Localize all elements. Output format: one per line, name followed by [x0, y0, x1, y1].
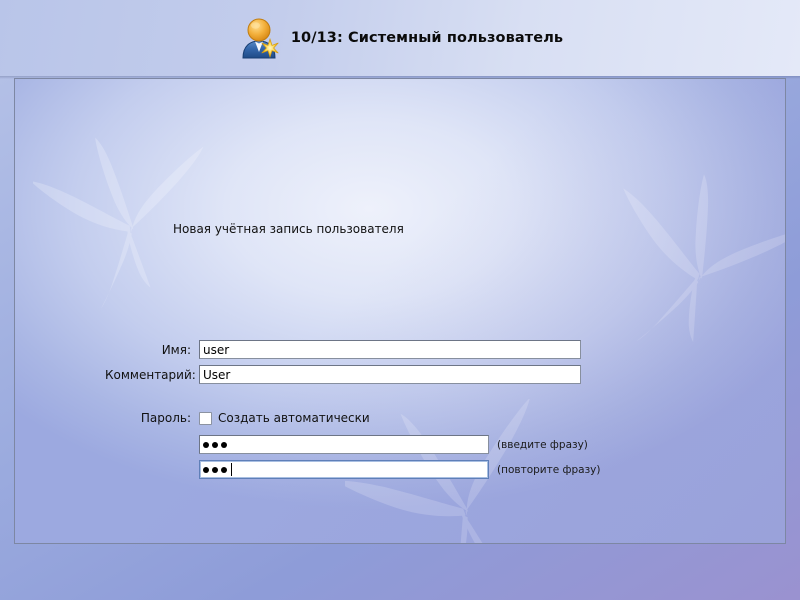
form-row-comment: Комментарий: [105, 365, 581, 384]
comment-input[interactable] [199, 365, 581, 384]
form-row-name: Имя: [105, 340, 581, 359]
password-confirm-hint: (повторите фразу) [497, 464, 601, 476]
new-user-form: Новая учётная запись пользователя Имя: К… [15, 79, 786, 544]
name-input[interactable] [199, 340, 581, 359]
footer-bar: ? Справка Назад [0, 546, 800, 600]
form-intro-text: Новая учётная запись пользователя [173, 222, 404, 236]
password-label: Пароль: [105, 411, 199, 425]
form-row-password-options: Пароль: Создать автоматически [105, 411, 370, 425]
password-confirm-input[interactable] [199, 460, 489, 479]
system-user-icon [237, 16, 281, 60]
form-row-password-entry: (введите фразу) [105, 435, 588, 454]
comment-label: Комментарий: [105, 368, 199, 382]
text-caret [231, 463, 232, 476]
header-bar: 10/13: Системный пользователь [0, 0, 800, 76]
page-title: 10/13: Системный пользователь [291, 30, 563, 46]
name-label: Имя: [105, 343, 199, 357]
password-input[interactable] [199, 435, 489, 454]
auto-generate-password-checkbox[interactable] [199, 412, 212, 425]
content-panel: Новая учётная запись пользователя Имя: К… [14, 78, 786, 544]
form-row-password-confirm: (повторите фразу) [105, 460, 601, 479]
password-entry-hint: (введите фразу) [497, 439, 588, 451]
installer-window: 10/13: Системный пользователь [0, 0, 800, 600]
password-confirm-masked-dots [203, 461, 232, 478]
password-masked-dots [203, 436, 230, 453]
auto-generate-password-label: Создать автоматически [218, 411, 370, 425]
